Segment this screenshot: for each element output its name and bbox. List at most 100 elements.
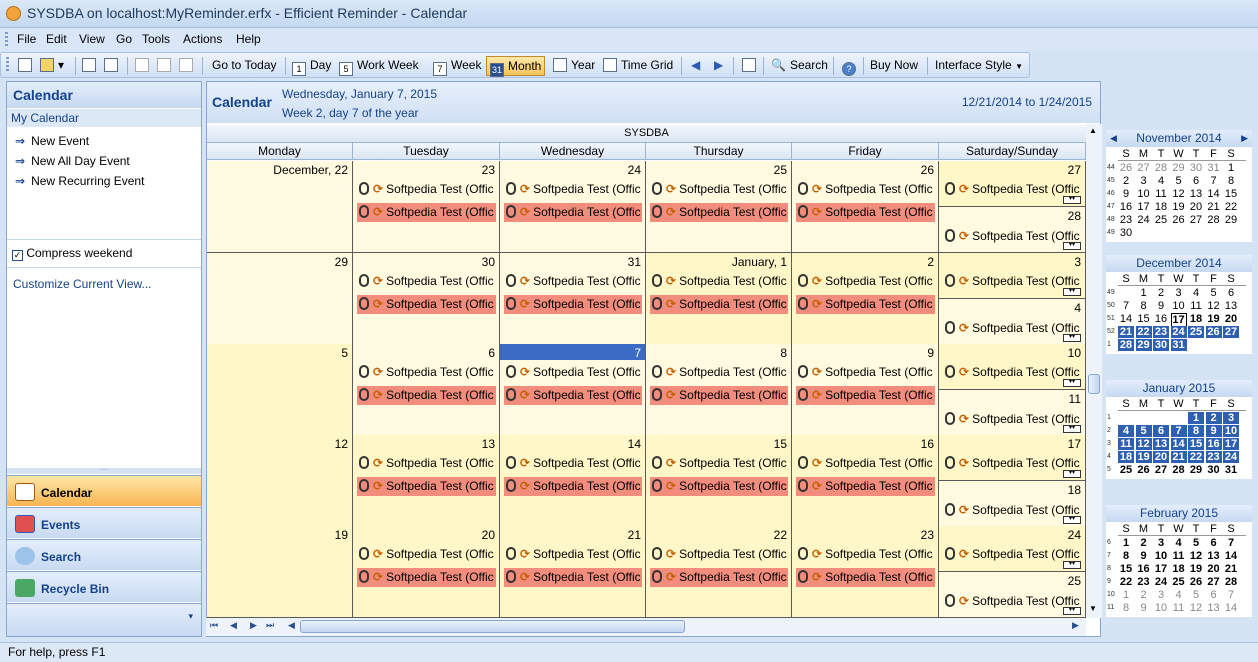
- mini-day[interactable]: 10: [1171, 300, 1187, 312]
- day-cell[interactable]: 25 ⟳ Softpedia Test (Offic ⟳ Softpedia Test …: [646, 161, 792, 253]
- menu-edit[interactable]: Edit: [46, 32, 67, 46]
- mini-day[interactable]: 5: [1188, 589, 1204, 601]
- mini-day[interactable]: 6: [1153, 425, 1169, 437]
- mini-day[interactable]: 12: [1171, 188, 1187, 200]
- mini-day[interactable]: 9: [1118, 188, 1134, 200]
- mini-day[interactable]: 21: [1118, 326, 1134, 338]
- event-item[interactable]: ⟳ Softpedia Test (Offic: [504, 454, 642, 473]
- day-cell[interactable]: 24 ⟳ Softpedia Test (Offic ⟳ Softpedia Test …: [500, 161, 646, 253]
- mini-day[interactable]: 19: [1206, 313, 1222, 325]
- mini-day[interactable]: 6: [1206, 537, 1222, 549]
- mini-calendar-title[interactable]: ◀ ▶ November 2014: [1106, 130, 1252, 147]
- event-item[interactable]: ⟳ Softpedia Test (Offic: [943, 319, 1082, 338]
- mini-day[interactable]: 26: [1171, 214, 1187, 226]
- weekend-cell[interactable]: 17 ⟳ Softpedia Test (Offic ▾▾: [939, 435, 1086, 481]
- mini-day[interactable]: 7: [1223, 589, 1239, 601]
- month-view-button[interactable]: 31 Month: [486, 56, 546, 77]
- mini-day[interactable]: 8: [1136, 300, 1152, 312]
- mini-day[interactable]: 18: [1188, 313, 1204, 325]
- mini-day[interactable]: 27: [1153, 464, 1169, 476]
- day-cell[interactable]: 12: [207, 435, 353, 527]
- event-item[interactable]: ⟳ Softpedia Test (Offic: [357, 477, 496, 496]
- day-cell[interactable]: 23 ⟳ Softpedia Test (Offic ⟳ Softpedia Test …: [792, 526, 939, 618]
- mini-day[interactable]: 18: [1153, 201, 1169, 213]
- event-item[interactable]: ⟳ Softpedia Test (Offic: [796, 386, 935, 405]
- day-cell[interactable]: 8 ⟳ Softpedia Test (Offic ⟳ Softpedia Test (…: [646, 344, 792, 436]
- event-item[interactable]: ⟳ Softpedia Test (Offic: [357, 545, 496, 564]
- mini-day[interactable]: 29: [1223, 214, 1239, 226]
- mini-day[interactable]: 3: [1153, 589, 1169, 601]
- day-cell[interactable]: 13 ⟳ Softpedia Test (Offic ⟳ Softpedia Test …: [353, 435, 500, 527]
- mini-calendar-title[interactable]: January 2015: [1106, 380, 1252, 397]
- mini-day[interactable]: 8: [1188, 425, 1204, 437]
- mini-day[interactable]: 18: [1118, 451, 1134, 463]
- menu-actions[interactable]: Actions: [183, 32, 222, 46]
- mini-day[interactable]: 1: [1188, 412, 1204, 424]
- mini-day[interactable]: 21: [1206, 201, 1222, 213]
- mini-day[interactable]: 29: [1135, 339, 1152, 351]
- mini-day[interactable]: 12: [1135, 438, 1152, 450]
- more-events-icon[interactable]: ▾▾: [1063, 334, 1081, 342]
- more-events-icon[interactable]: ▾▾: [1063, 607, 1081, 615]
- mini-day[interactable]: 22: [1188, 451, 1204, 463]
- event-item[interactable]: ⟳ Softpedia Test (Offic: [650, 180, 788, 199]
- more-events-icon[interactable]: ▾▾: [1063, 288, 1081, 296]
- scroll-right-icon[interactable]: ▶: [1072, 620, 1079, 631]
- mini-day[interactable]: 15: [1118, 563, 1134, 575]
- print-button[interactable]: [79, 56, 103, 76]
- mini-day[interactable]: 28: [1206, 214, 1222, 226]
- mini-day[interactable]: 1: [1118, 589, 1134, 601]
- mini-day[interactable]: 25: [1153, 214, 1169, 226]
- mini-day[interactable]: 28: [1223, 576, 1239, 588]
- event-item[interactable]: ⟳ Softpedia Test (Offic: [943, 545, 1082, 564]
- mini-day[interactable]: 14: [1118, 313, 1134, 325]
- mini-day[interactable]: 28: [1118, 339, 1134, 351]
- go-to-today-button[interactable]: Go to Today: [209, 56, 280, 76]
- time-grid-button[interactable]: Time Grid: [600, 56, 676, 76]
- search-button[interactable]: 🔍 Search: [768, 56, 831, 76]
- week-number[interactable]: 6: [1107, 539, 1111, 546]
- mini-day[interactable]: 4: [1188, 287, 1204, 299]
- mini-day[interactable]: 19: [1188, 563, 1204, 575]
- mini-day[interactable]: 27: [1223, 326, 1239, 338]
- day-cell[interactable]: 30 ⟳ Softpedia Test (Offic ⟳ Softpedia Test …: [353, 253, 500, 345]
- mini-day[interactable]: 14: [1170, 438, 1187, 450]
- mini-day[interactable]: 8: [1223, 175, 1239, 187]
- mini-day[interactable]: 6: [1206, 589, 1222, 601]
- new-event-link[interactable]: ⇒ New Event: [15, 134, 89, 148]
- mini-day[interactable]: 27: [1136, 162, 1152, 174]
- mini-day[interactable]: 24: [1153, 576, 1169, 588]
- my-calendar-header[interactable]: My Calendar: [7, 109, 201, 127]
- mini-day[interactable]: 9: [1136, 550, 1152, 562]
- mini-day[interactable]: 14: [1223, 550, 1239, 562]
- day-cell[interactable]: 19: [207, 526, 353, 618]
- mini-day[interactable]: 29: [1171, 162, 1187, 174]
- vertical-scroll-thumb[interactable]: [1088, 374, 1100, 394]
- week-number[interactable]: 9: [1107, 578, 1111, 585]
- scroll-down-icon[interactable]: ▼: [1089, 604, 1097, 613]
- event-item[interactable]: ⟳ Softpedia Test (Offic: [650, 545, 788, 564]
- weekend-cell[interactable]: 3 ⟳ Softpedia Test (Offic ▾▾: [939, 253, 1086, 299]
- event-item[interactable]: ⟳ Softpedia Test (Offic: [796, 454, 935, 473]
- last-page-icon[interactable]: ⏭: [266, 620, 274, 631]
- event-item[interactable]: ⟳ Softpedia Test (Offic: [504, 545, 642, 564]
- event-item[interactable]: ⟳ Softpedia Test (Offic: [796, 545, 935, 564]
- next-page-icon[interactable]: ▶: [250, 620, 257, 631]
- nav-more-chevron[interactable]: ▾: [7, 603, 201, 636]
- mini-day[interactable]: 20: [1206, 563, 1222, 575]
- week-number[interactable]: 10: [1107, 591, 1115, 598]
- horizontal-scroll-thumb[interactable]: [300, 620, 685, 633]
- mini-day[interactable]: 25: [1171, 576, 1187, 588]
- mini-day[interactable]: 10: [1223, 425, 1239, 437]
- event-item[interactable]: ⟳ Softpedia Test (Offic: [796, 203, 935, 222]
- vertical-scrollbar[interactable]: ▲ ▼: [1086, 124, 1102, 618]
- day-cell[interactable]: 14 ⟳ Softpedia Test (Offic ⟳ Softpedia Test …: [500, 435, 646, 527]
- event-item[interactable]: ⟳ Softpedia Test (Offic: [357, 180, 496, 199]
- mini-day[interactable]: 17: [1136, 201, 1152, 213]
- event-item[interactable]: ⟳ Softpedia Test (Offic: [943, 410, 1082, 429]
- mini-day[interactable]: 10: [1153, 602, 1169, 614]
- mini-day[interactable]: 17: [1153, 563, 1169, 575]
- week-number[interactable]: 2: [1107, 427, 1111, 434]
- mini-day[interactable]: 7: [1223, 537, 1239, 549]
- mini-day[interactable]: 4: [1118, 425, 1134, 437]
